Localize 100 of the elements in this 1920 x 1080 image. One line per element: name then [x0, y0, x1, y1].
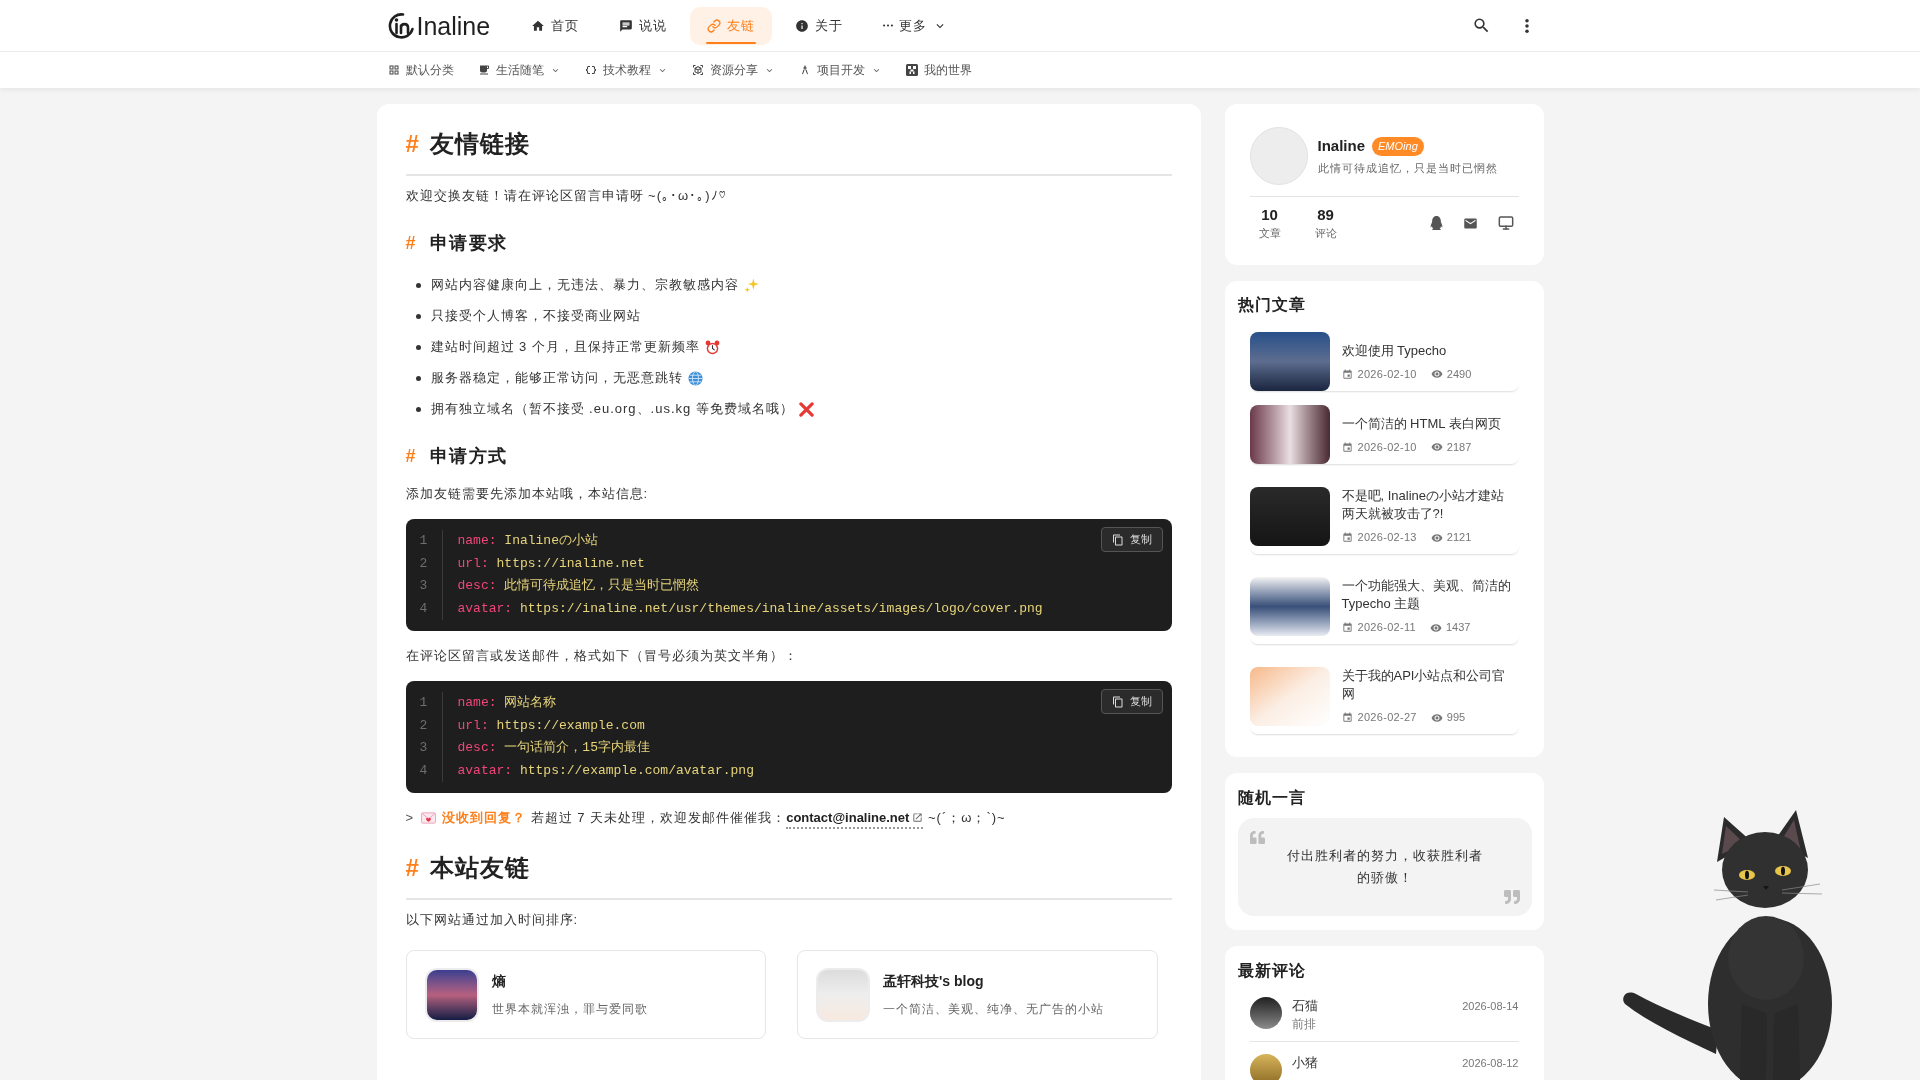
info-icon	[795, 18, 810, 33]
link-icon	[707, 18, 722, 33]
view-count: 2121	[1446, 530, 1472, 546]
view-count: 1437	[1445, 620, 1471, 636]
note-text: 没收到回复？ 若超过 7 天未处理，欢迎发邮件催催我：contact@inaline.net ~(´；ω；`)~	[442, 807, 1006, 829]
post-date: 2026-02-10	[1357, 366, 1417, 382]
site-logo-text[interactable]: Inaline	[416, 10, 491, 41]
copy-button[interactable]: 复制	[1100, 689, 1163, 714]
avatar-image	[816, 967, 870, 1022]
grid-icon	[387, 64, 400, 76]
code-line: name: Inalineの小站	[457, 532, 598, 550]
dots-icon	[883, 24, 894, 27]
external-link-icon	[912, 812, 924, 823]
bullet-icon	[415, 344, 421, 350]
line-number: 2	[419, 716, 428, 735]
profile-name: Inaline	[1317, 136, 1365, 156]
section-title: # 本站友链	[405, 853, 530, 883]
code-line: avatar: https://inaline.net/usr/themes/inaline/assets/images/logo/cover.png	[457, 599, 1043, 618]
braces-icon	[584, 64, 597, 76]
penguin-icon[interactable]	[1429, 216, 1443, 230]
copy-icon	[1111, 695, 1124, 708]
email-link[interactable]: contact@inaline.net	[786, 808, 924, 829]
nav-tab[interactable]: 说说	[602, 6, 685, 45]
post-date: 2026-02-10	[1357, 439, 1417, 455]
avatar-image	[1249, 997, 1282, 1029]
copy-button[interactable]: 复制	[1100, 527, 1163, 552]
bullet-icon	[415, 406, 421, 412]
stat-label: 文章	[1258, 226, 1281, 241]
site-description: 世界本就浑浊，罪与爱同歌	[491, 1001, 648, 1018]
post-date: 2026-02-11	[1357, 620, 1416, 636]
love-letter-icon	[421, 812, 437, 824]
article-title: 一个功能强大、美观、简洁的 Typecho 主题	[1341, 577, 1511, 613]
eye-icon	[1430, 368, 1443, 380]
category-link[interactable]: 技术教程	[584, 61, 668, 79]
site-name: 孟轩科技's blog	[883, 972, 984, 991]
section-heading: # 申请方式	[405, 445, 508, 468]
friend-link-card[interactable]: 熵 世界本就浑浊，罪与爱同歌	[405, 950, 766, 1039]
friend-link-card[interactable]: 孟轩科技's blog 一个简洁、美观、纯净、无广告的小站	[797, 950, 1158, 1039]
eye-icon	[1429, 621, 1442, 634]
cube-icon	[691, 64, 704, 76]
chat-icon	[619, 18, 634, 33]
code-line: url: https://example.com	[457, 716, 645, 735]
article-item[interactable]: 一个简洁的 HTML 表白网页 2026-02-10 2187	[1249, 405, 1519, 464]
close-quote-icon	[1502, 889, 1521, 905]
paragraph-text: 欢迎交换友链！请在评论区留言申请呀 ~(｡･ω･｡)ﾉ♡	[405, 187, 727, 205]
nav-tab[interactable]: 关于	[778, 6, 861, 45]
nav-tab[interactable]: 首页	[514, 6, 597, 45]
category-link[interactable]: 默认分类	[387, 61, 454, 79]
code-line: name: 网站名称	[457, 694, 557, 712]
paragraph-text: 添加友链需要先添加本站哦，本站信息:	[405, 485, 649, 503]
line-number: 1	[419, 694, 428, 712]
site-name: 熵	[491, 972, 506, 991]
nav-tab[interactable]: 更多	[866, 6, 965, 45]
list-item-text: 拥有独立域名（暂不接受 .eu.org、.us.kg 等免费域名哦）	[430, 400, 794, 418]
code-line: url: https://inaline.net	[457, 554, 645, 573]
article-title: 一个简洁的 HTML 表白网页	[1341, 414, 1502, 433]
paragraph-text: 在评论区留言或发送邮件，格式如下（冒号必须为英文半角）：	[405, 647, 798, 665]
view-count: 995	[1446, 710, 1466, 726]
article-title: 不是吧, Inalineの小站才建站两天就被攻击了?!	[1341, 487, 1506, 523]
calendar-icon	[1341, 441, 1353, 453]
article-item[interactable]: 一个功能强大、美观、简洁的 Typecho 主题 2026-02-11 1437	[1249, 568, 1519, 644]
alarm-clock-icon	[704, 339, 720, 355]
category-link[interactable]: 我的世界	[905, 61, 972, 79]
section-heading: # 申请要求	[405, 232, 508, 255]
eye-icon	[1430, 441, 1443, 453]
monitor-icon[interactable]	[1497, 215, 1514, 231]
comment-text: 前排	[1291, 1016, 1316, 1033]
section-title: # 友情链接	[405, 129, 530, 159]
home-icon	[531, 18, 546, 33]
category-link[interactable]: 项目开发	[798, 61, 882, 79]
view-count: 2490	[1446, 366, 1472, 382]
article-item[interactable]: 不是吧, Inalineの小站才建站两天就被攻击了?! 2026-02-13 2121	[1249, 478, 1519, 554]
category-link[interactable]: 生活随笔	[477, 61, 561, 79]
code-line: desc: 一句话简介，15字内最佳	[457, 739, 650, 757]
category-link[interactable]: 资源分享	[691, 61, 775, 79]
calendar-icon	[1341, 368, 1353, 380]
view-count: 2187	[1446, 439, 1472, 455]
avatar-image	[424, 967, 479, 1022]
bullet-icon	[415, 313, 421, 319]
copy-icon	[1111, 533, 1124, 546]
profile-motto: 此情可待成追忆，只是当时已惘然	[1317, 161, 1498, 176]
more-vertical-icon	[1524, 18, 1529, 33]
comment-date: 2026-08-12	[1462, 1056, 1519, 1071]
stat-value: 89	[1317, 205, 1334, 225]
line-number: 2	[419, 554, 428, 573]
logo-icon[interactable]	[387, 11, 414, 40]
stat-value: 10	[1261, 205, 1278, 225]
stat-label: 评论	[1314, 226, 1337, 241]
article-item[interactable]: 关于我的API小站点和公司官网 2026-02-27 995	[1249, 658, 1519, 734]
line-number: 1	[419, 532, 428, 550]
article-item[interactable]: 欢迎使用 Typecho 2026-02-10 2490	[1249, 332, 1519, 391]
quote-text: 付出胜利者的努力，收获胜利者的骄傲！	[1285, 847, 1484, 887]
paragraph-text: 以下网站通过加入时间排序:	[405, 911, 579, 929]
quote-marker: >	[405, 809, 415, 827]
open-quote-icon	[1248, 830, 1266, 845]
line-number: 4	[419, 761, 428, 780]
calendar-icon	[1341, 622, 1353, 633]
line-number: 3	[419, 739, 428, 757]
pixel-block-icon	[905, 64, 918, 76]
search-icon	[1472, 16, 1491, 35]
